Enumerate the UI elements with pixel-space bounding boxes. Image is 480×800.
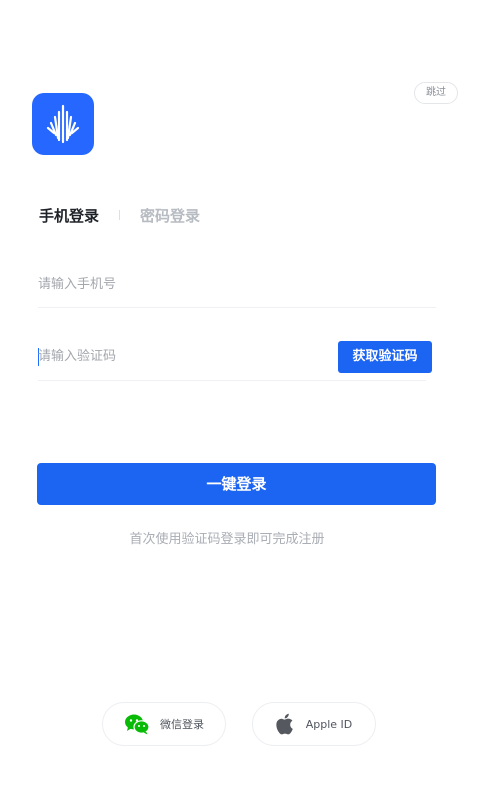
tab-divider — [119, 210, 121, 220]
wechat-login-button[interactable]: 微信登录 — [102, 702, 226, 746]
login-page: 跳过 手机登录 密码登录 请输入手机号 请输入验证码 获取验证码 一键登录 首次… — [0, 0, 480, 800]
wechat-login-label: 微信登录 — [160, 718, 204, 731]
tab-phone-login[interactable]: 手机登录 — [39, 205, 99, 226]
apple-icon — [276, 713, 293, 735]
skip-button[interactable]: 跳过 — [414, 82, 458, 104]
phone-input[interactable]: 请输入手机号 — [38, 270, 436, 300]
code-input[interactable]: 请输入验证码 — [38, 342, 328, 372]
apple-id-label: Apple ID — [305, 717, 353, 731]
tab-password-login[interactable]: 密码登录 — [140, 205, 200, 226]
leaf-logo-icon — [46, 104, 80, 144]
app-logo — [32, 93, 94, 155]
login-method-tabs: 手机登录 密码登录 — [39, 204, 200, 226]
one-click-login-button[interactable]: 一键登录 — [37, 463, 436, 505]
register-hint: 首次使用验证码登录即可完成注册 — [129, 532, 325, 547]
apple-id-login-button[interactable]: Apple ID — [252, 702, 376, 746]
code-input-underline — [38, 380, 426, 381]
wechat-icon — [125, 714, 150, 735]
phone-input-underline — [38, 307, 436, 308]
get-code-button[interactable]: 获取验证码 — [338, 341, 432, 373]
